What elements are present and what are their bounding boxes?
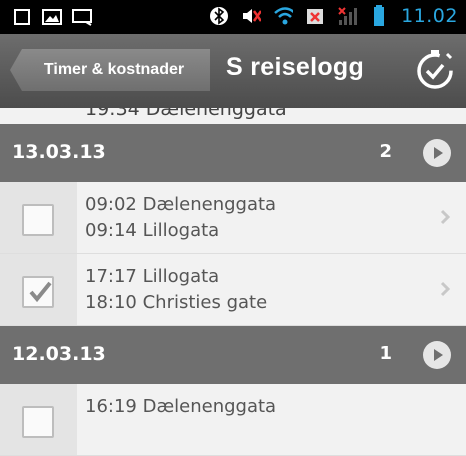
trip-checkbox[interactable] [22,406,54,438]
trip-start: 09:02 Dælenenggata [85,194,277,215]
page-title: S reiselogg [226,53,365,81]
group-header[interactable]: 13.03.13 2 [0,124,466,182]
signal-icon [337,6,358,26]
battery-icon [369,5,389,26]
list-item[interactable]: 19:34 Dælenenggata [0,108,466,124]
status-bar-left [12,7,92,27]
trip-row[interactable]: 16:19 Dælenenggata [0,384,466,456]
chevron-right-icon[interactable] [436,278,454,300]
trip-checkbox[interactable] [22,204,54,236]
group-date: 12.03.13 [12,343,106,365]
checkbox-cell [0,384,77,455]
battery-alert-icon [305,6,325,26]
chevron-right-icon[interactable] [436,206,454,228]
trip-text: 09:02 Dælenenggata 09:14 Lillogata [85,192,276,244]
trip-row[interactable]: 17:17 Lillogata 18:10 Christies gate [0,254,466,326]
group-count-badge: 1 [379,343,392,364]
status-bar-right: 11.02 [209,5,458,27]
checkbox-cell [0,254,77,325]
checkbox-cell [0,182,77,253]
timer-check-icon[interactable] [412,46,458,92]
trip-end: 18:10 Christies gate [85,292,268,313]
back-button[interactable]: Timer & kostnader [10,49,210,91]
group-count-badge: 2 [379,141,392,162]
play-circle-icon[interactable] [422,340,452,370]
notification-square-icon [12,7,32,27]
checkmark-icon [29,281,52,303]
trip-end: 09:14 Lillogata [85,220,220,241]
trip-start: 17:17 Lillogata [85,266,220,287]
trip-list: 19:34 Dælenenggata 13.03.13 2 09:02 Dæle… [0,108,466,456]
message-icon [72,7,92,27]
bluetooth-icon [209,6,229,26]
trip-line: 19:34 Dælenenggata [85,108,287,120]
trip-text: 16:19 Dælenenggata [85,394,276,420]
trip-start: 16:19 Dælenenggata [85,396,277,417]
image-icon [42,7,62,27]
play-circle-icon[interactable] [422,138,452,168]
action-bar: Timer & kostnader S reiselogg [0,34,466,110]
trip-checkbox[interactable] [22,276,54,308]
group-date: 13.03.13 [12,141,106,163]
back-button-label: Timer & kostnader [43,61,185,78]
group-header[interactable]: 12.03.13 1 [0,326,466,384]
status-time: 11.02 [401,5,458,27]
muted-speaker-icon [241,6,262,26]
status-bar: 11.02 [0,0,466,34]
wifi-icon [273,6,294,26]
trip-text: 17:17 Lillogata 18:10 Christies gate [85,264,267,316]
trip-row[interactable]: 09:02 Dælenenggata 09:14 Lillogata [0,182,466,254]
